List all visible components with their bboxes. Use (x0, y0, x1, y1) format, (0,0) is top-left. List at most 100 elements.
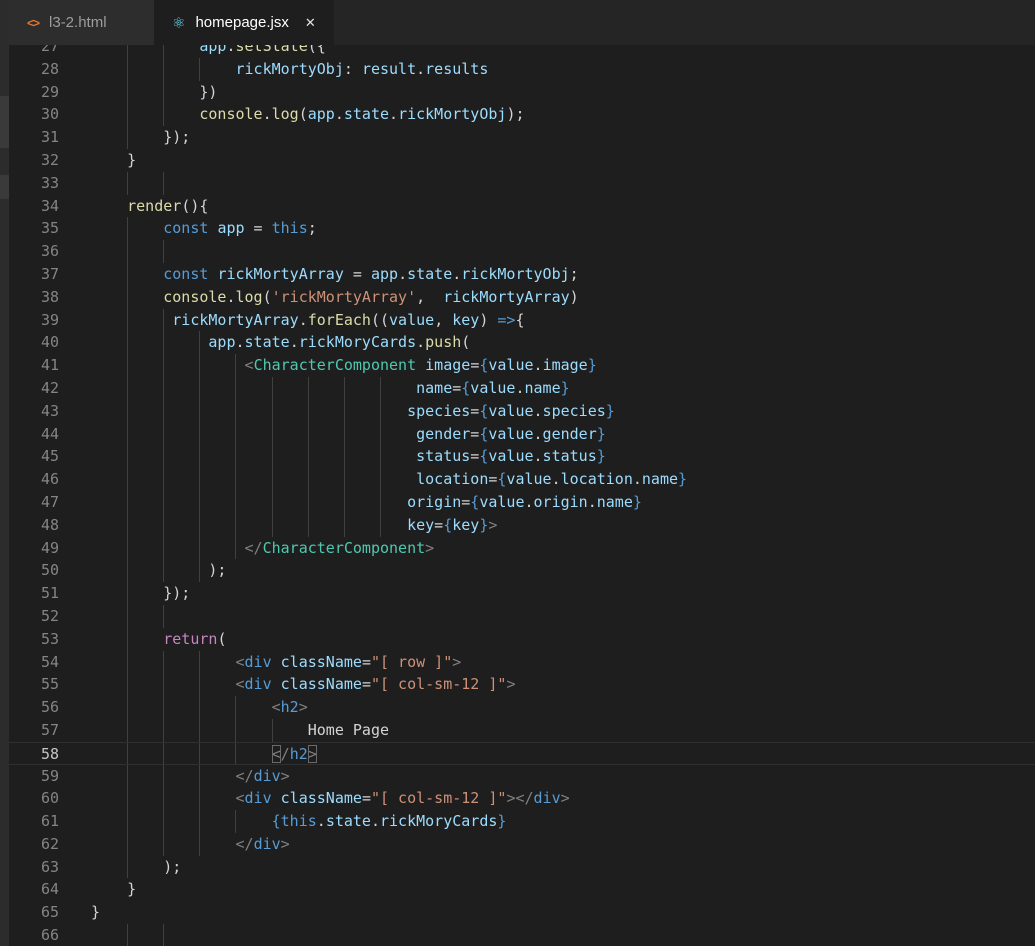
code-line[interactable]: 30 console.log(app.state.rickMortyObj); (9, 103, 1035, 127)
code-line[interactable]: 64 } (9, 878, 1035, 901)
code-text: rickMortyObj: result.results (91, 58, 489, 81)
code-text: ); (91, 856, 181, 879)
code-token: > (307, 744, 317, 763)
tab-l3-2-html[interactable]: <> l3-2.html (9, 0, 154, 45)
code-line[interactable]: 36 (9, 240, 1035, 263)
react-file-icon: ⚛ (172, 14, 186, 32)
code-line[interactable]: 65} (9, 901, 1035, 924)
code-token: } (587, 356, 597, 375)
code-token: log (235, 287, 263, 306)
code-token: origin (407, 492, 462, 511)
code-token: { (443, 515, 453, 534)
code-text: } (91, 878, 136, 901)
code-line[interactable]: 34 render(){ (9, 195, 1035, 218)
code-token: h2 (280, 698, 299, 717)
code-line[interactable]: 52 (9, 604, 1035, 628)
code-line[interactable]: 35 const app = this; (9, 217, 1035, 241)
code-line[interactable]: 57 Home Page (9, 718, 1035, 742)
tab-homepage-jsx[interactable]: ⚛ homepage.jsx ✕ (154, 0, 334, 45)
code-token: > (298, 698, 308, 717)
close-icon[interactable]: ✕ (305, 15, 316, 31)
code-line[interactable]: 33 (9, 171, 1035, 195)
code-token: name (416, 378, 453, 397)
code-line[interactable]: 50 ); (9, 559, 1035, 583)
code-token: = (244, 219, 272, 238)
code-line[interactable]: 47 origin={value.origin.name} (9, 490, 1035, 514)
code-line[interactable]: 60 <div className="[ col-sm-12 ]"></div> (9, 787, 1035, 811)
code-line[interactable]: 51 }); (9, 582, 1035, 605)
line-number: 27 (40, 45, 59, 55)
line-number: 40 (40, 333, 59, 352)
line-number: 29 (40, 82, 59, 101)
code-line[interactable]: 43 species={value.species} (9, 399, 1035, 423)
code-token: const (163, 264, 209, 283)
code-line[interactable]: 45 status={value.status} (9, 445, 1035, 469)
code-line[interactable]: 42 name={value.name} (9, 376, 1035, 400)
code-line[interactable]: 37 const rickMortyArray = app.state.rick… (9, 262, 1035, 286)
code-line[interactable]: 46 location={value.location.name} (9, 468, 1035, 491)
code-token: ); (91, 561, 227, 580)
code-token: } (678, 470, 688, 489)
line-number: 47 (40, 492, 59, 511)
code-line[interactable]: 59 </div> (9, 764, 1035, 788)
code-line[interactable]: 61 {this.state.rickMoryCards} (9, 810, 1035, 833)
code-token: . (551, 470, 561, 489)
code-line[interactable]: 48 key={key}> (9, 513, 1035, 537)
code-token: = (343, 264, 371, 283)
code-token: } (91, 880, 137, 899)
activity-bar (0, 0, 9, 946)
code-line[interactable]: 55 <div className="[ col-sm-12 ]"> (9, 673, 1035, 697)
code-token: return (163, 629, 218, 648)
code-token: CharacterComponent (253, 356, 417, 375)
code-line[interactable]: 31 }); (9, 126, 1035, 149)
code-token: image (542, 356, 588, 375)
code-token: "[ row ]" (370, 652, 453, 671)
code-token: > (560, 789, 570, 808)
line-number: 32 (40, 150, 59, 169)
code-token: ) (569, 287, 579, 306)
code-token: } (596, 424, 606, 443)
code-text: <CharacterComponent image={value.image} (91, 354, 597, 377)
code-text: app.state.rickMoryCards.push( (91, 331, 470, 354)
indent-guide (127, 924, 129, 946)
code-line[interactable]: 62 </div> (9, 832, 1035, 856)
code-line[interactable]: 54 <div className="[ row ]"> (9, 650, 1035, 674)
code-token: > (280, 834, 290, 853)
code-token: value (389, 310, 435, 329)
code-token: (( (370, 310, 390, 329)
code-line[interactable]: 44 gender={value.gender} (9, 422, 1035, 446)
code-line[interactable]: 41 <CharacterComponent image={value.imag… (9, 354, 1035, 377)
code-line[interactable]: 27 app.setState({ (9, 45, 1035, 58)
code-token: value (479, 492, 525, 511)
code-line[interactable]: 29 }) (9, 80, 1035, 104)
code-line[interactable]: 39 rickMortyArray.forEach((value, key) =… (9, 308, 1035, 332)
code-token: </ (235, 834, 254, 853)
code-token: name (524, 378, 561, 397)
code-line[interactable]: 56 <h2> (9, 696, 1035, 719)
code-line[interactable]: 58 </h2> (9, 741, 1035, 765)
code-line[interactable]: 32 } (9, 149, 1035, 172)
code-editor[interactable]: 27 app.setState({28 rickMortyObj: result… (9, 45, 1035, 946)
code-token: </ (244, 538, 263, 557)
code-line[interactable]: 49 </CharacterComponent> (9, 536, 1035, 560)
code-line[interactable]: 38 console.log('rickMortyArray', rickMor… (9, 285, 1035, 309)
code-token: origin (533, 492, 588, 511)
code-token: rickMortyObj (461, 264, 570, 283)
code-line[interactable]: 63 ); (9, 855, 1035, 879)
code-token: . (262, 105, 272, 124)
code-line[interactable]: 66 (9, 924, 1035, 946)
code-line[interactable]: 53 return( (9, 627, 1035, 651)
code-token: div (253, 766, 281, 785)
code-token: rickMortyArray (172, 310, 299, 329)
code-line[interactable]: 40 app.state.rickMoryCards.push( (9, 331, 1035, 355)
code-line[interactable]: 28 rickMortyObj: result.results (9, 57, 1035, 81)
code-text: species={value.species} (91, 400, 615, 423)
code-text: }) (91, 81, 217, 104)
